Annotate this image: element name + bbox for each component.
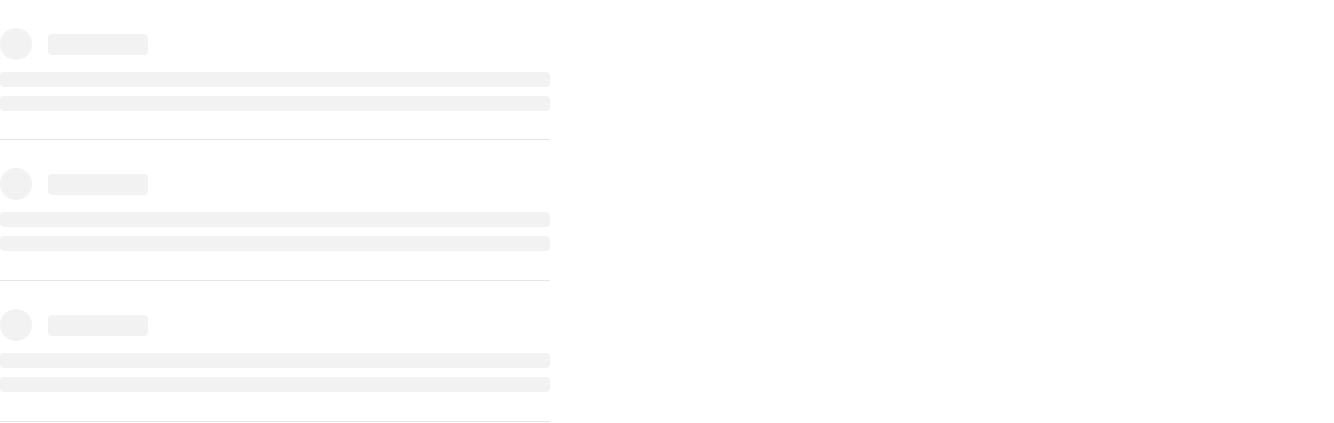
skeleton-avatar bbox=[0, 309, 32, 341]
skeleton-title bbox=[48, 34, 148, 55]
skeleton-list-item bbox=[0, 140, 550, 281]
skeleton-list-item bbox=[0, 0, 550, 140]
skeleton-text-line bbox=[0, 236, 550, 251]
skeleton-text-line bbox=[0, 96, 550, 111]
skeleton-list-item bbox=[0, 281, 550, 422]
skeleton-title bbox=[48, 174, 148, 195]
loading-skeleton-list bbox=[0, 0, 550, 422]
skeleton-text-line bbox=[0, 72, 550, 87]
skeleton-avatar bbox=[0, 28, 32, 60]
skeleton-title bbox=[48, 315, 148, 336]
skeleton-avatar bbox=[0, 168, 32, 200]
skeleton-text-line bbox=[0, 377, 550, 392]
skeleton-text-line bbox=[0, 212, 550, 227]
skeleton-text-line bbox=[0, 353, 550, 368]
